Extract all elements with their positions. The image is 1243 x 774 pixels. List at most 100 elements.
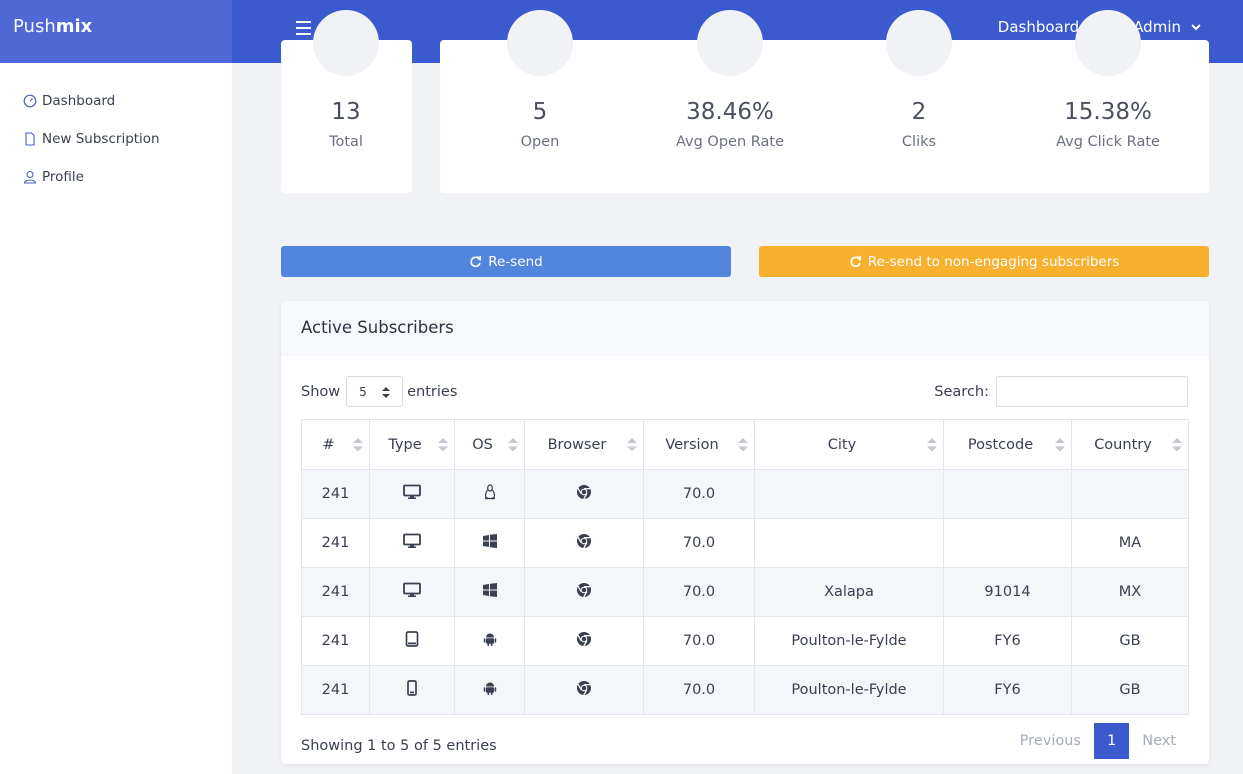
chevron-down-icon bbox=[1191, 24, 1201, 31]
previous-page-button[interactable]: Previous bbox=[1007, 723, 1094, 759]
stat-open: 5 Open bbox=[460, 98, 620, 150]
stat-label: Avg Open Rate bbox=[675, 134, 785, 150]
column-header-id[interactable]: # bbox=[301, 419, 370, 470]
browser-cell bbox=[524, 616, 644, 666]
chrome-icon bbox=[576, 632, 592, 651]
desktop-icon bbox=[403, 582, 421, 602]
resend-button[interactable]: Re-send bbox=[281, 246, 731, 277]
desktop-icon bbox=[403, 533, 421, 553]
active-subscribers-panel: Active Subscribers Show 5 entries Search… bbox=[281, 301, 1209, 764]
column-header-label: Browser bbox=[547, 436, 607, 453]
os-cell bbox=[454, 567, 525, 617]
stat-avg-click-rate: 15.38% Avg Click Rate bbox=[1028, 98, 1188, 150]
os-cell bbox=[454, 616, 525, 666]
admin-menu[interactable]: Admin bbox=[1133, 18, 1203, 36]
chrome-icon bbox=[576, 534, 592, 553]
city-cell: Poulton-le-Fylde bbox=[754, 616, 944, 666]
page-size-value: 5 bbox=[359, 385, 367, 399]
os-cell bbox=[454, 518, 525, 568]
redo-icon bbox=[470, 255, 482, 268]
sort-arrows-icon bbox=[1172, 438, 1182, 456]
table-body: 241 70.0 241 70.0 MA 241 70.0 Xalapa 91014 MX 241 7… bbox=[301, 469, 1189, 715]
table-row: 241 70.0 MA bbox=[301, 518, 1189, 568]
sidebar-item-new-subscription[interactable]: New Subscription bbox=[0, 120, 232, 158]
table-row: 241 70.0 Xalapa 91014 MX bbox=[301, 567, 1189, 617]
column-header-label: Type bbox=[388, 436, 422, 453]
column-header-city[interactable]: City bbox=[754, 419, 944, 470]
version-cell: 70.0 bbox=[643, 616, 755, 666]
column-header-label: # bbox=[322, 436, 335, 453]
postcode-cell: 91014 bbox=[943, 567, 1072, 617]
column-header-type[interactable]: Type bbox=[369, 419, 455, 470]
country-cell: MA bbox=[1071, 518, 1189, 568]
os-cell bbox=[454, 665, 525, 715]
browser-cell bbox=[524, 518, 644, 568]
sort-arrows-icon bbox=[927, 438, 937, 456]
version-cell: 70.0 bbox=[643, 665, 755, 715]
postcode-cell bbox=[943, 518, 1072, 568]
gauge-icon bbox=[23, 94, 37, 108]
user-icon bbox=[23, 170, 37, 184]
id-cell: 241 bbox=[301, 616, 370, 666]
version-cell: 70.0 bbox=[643, 567, 755, 617]
stat-avg-open-rate: 38.46% Avg Open Rate bbox=[650, 98, 810, 150]
id-cell: 241 bbox=[301, 469, 370, 519]
stat-icon-circle bbox=[313, 10, 379, 76]
windows-icon bbox=[482, 534, 497, 552]
column-header-version[interactable]: Version bbox=[643, 419, 755, 470]
search-control: Search: bbox=[934, 376, 1188, 407]
redo-icon bbox=[850, 255, 861, 268]
page-size-select[interactable]: 5 bbox=[346, 376, 404, 407]
city-cell bbox=[754, 518, 944, 568]
column-header-label: Country bbox=[1094, 436, 1152, 453]
table-row: 241 70.0 Poulton-le-Fylde FY6 GB bbox=[301, 665, 1189, 715]
search-input[interactable] bbox=[996, 376, 1188, 407]
sidebar-item-profile[interactable]: Profile bbox=[0, 158, 232, 196]
column-header-country[interactable]: Country bbox=[1071, 419, 1189, 470]
sort-arrows-icon bbox=[438, 438, 448, 456]
country-cell: GB bbox=[1071, 665, 1189, 715]
stat-label: Total bbox=[329, 134, 363, 150]
android-icon bbox=[483, 633, 497, 650]
file-icon bbox=[25, 132, 35, 146]
stat-value: 2 bbox=[911, 99, 927, 125]
brand-part1: Push bbox=[13, 16, 56, 37]
table-info: Showing 1 to 5 of 5 entries bbox=[301, 738, 497, 754]
sidebar-item-label: Dashboard bbox=[42, 93, 116, 109]
column-header-os[interactable]: OS bbox=[454, 419, 525, 470]
column-header-browser[interactable]: Browser bbox=[524, 419, 644, 470]
resend-non-engaging-button[interactable]: Re-send to non-engaging subscribers bbox=[759, 246, 1209, 277]
stat-icon-circle bbox=[1075, 10, 1141, 76]
subscribers-table: # Type OS Browser Version City Postcode Country… bbox=[301, 419, 1189, 715]
country-cell: MX bbox=[1071, 567, 1189, 617]
tablet-icon bbox=[405, 631, 419, 651]
stat-card-total: 13 Total bbox=[281, 10, 412, 193]
next-page-button[interactable]: Next bbox=[1129, 723, 1189, 759]
sidebar: Dashboard New Subscription Profile bbox=[0, 63, 232, 774]
android-icon bbox=[483, 682, 497, 699]
page-1-button[interactable]: 1 bbox=[1093, 723, 1130, 759]
os-cell bbox=[454, 469, 525, 519]
top-nav-dashboard-label: Dashboard bbox=[997, 18, 1080, 36]
brand-logo[interactable]: Pushmix bbox=[0, 0, 232, 63]
column-header-postcode[interactable]: Postcode bbox=[943, 419, 1072, 470]
stat-icon-circle bbox=[507, 10, 573, 76]
id-cell: 241 bbox=[301, 518, 370, 568]
table-row: 241 70.0 bbox=[301, 469, 1189, 519]
version-cell: 70.0 bbox=[643, 469, 755, 519]
postcode-cell: FY6 bbox=[943, 616, 1072, 666]
pagination: Previous 1 Next bbox=[1007, 723, 1189, 759]
column-header-label: Postcode bbox=[967, 436, 1034, 453]
city-cell: Poulton-le-Fylde bbox=[754, 665, 944, 715]
column-header-label: OS bbox=[472, 436, 493, 453]
stat-label: Open bbox=[520, 134, 560, 150]
resend-non-engaging-button-label: Re-send to non-engaging subscribers bbox=[867, 253, 1120, 270]
page-size-control: Show 5 entries bbox=[301, 376, 457, 407]
mobile-icon bbox=[407, 680, 417, 700]
menu-toggle-icon[interactable] bbox=[296, 21, 311, 35]
type-cell bbox=[369, 665, 455, 715]
sidebar-item-label: New Subscription bbox=[42, 131, 160, 147]
type-cell bbox=[369, 469, 455, 519]
search-label: Search: bbox=[934, 383, 989, 400]
sidebar-item-dashboard[interactable]: Dashboard bbox=[0, 82, 232, 120]
